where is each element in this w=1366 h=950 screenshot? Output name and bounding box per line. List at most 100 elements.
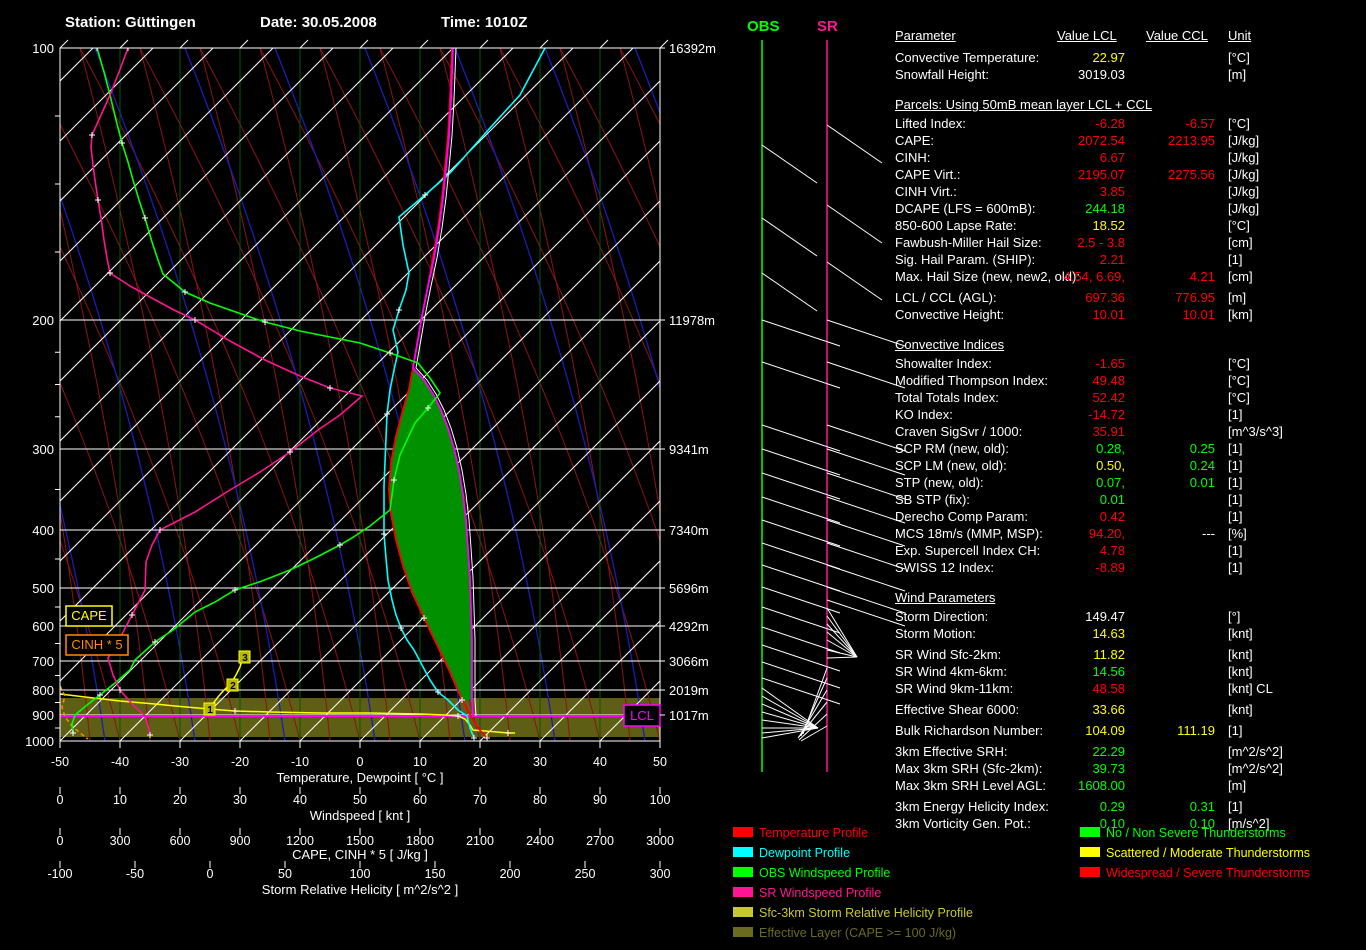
parameter-value-lcl: 18.52: [1092, 218, 1125, 233]
parameter-value-ccl: 4.21: [1189, 269, 1215, 284]
parameter-value-lcl: 49.48: [1092, 373, 1125, 388]
parameter-unit: [1]: [1228, 543, 1243, 558]
parameter-unit: [knt]: [1228, 702, 1253, 717]
parameter-value-lcl: 10.01: [1092, 307, 1125, 322]
parameter-unit: [knt] CL: [1228, 681, 1273, 696]
parameter-unit: [J/kg]: [1228, 201, 1260, 216]
panel-col-value-lcl: Value LCL: [1057, 28, 1117, 43]
parameter-value-lcl: 6.67: [1099, 150, 1125, 165]
parameter-value-lcl: 39.73: [1092, 761, 1125, 776]
parameter-value-lcl: 1608.00: [1078, 778, 1125, 793]
parameter-unit: [m^2/s^2]: [1228, 744, 1283, 759]
parameter-unit: [°C]: [1228, 116, 1250, 131]
parameter-unit: [1]: [1228, 407, 1243, 422]
parameter-value-lcl: -1.65: [1095, 356, 1125, 371]
legend-swatch: [733, 927, 753, 937]
parameter-value-lcl: 2.21: [1099, 252, 1125, 267]
parameter-value-lcl: 94.20,: [1088, 526, 1125, 541]
parameter-value-lcl: 3019.03: [1078, 67, 1125, 82]
legend-label: Widespread / Severe Thunderstorms: [1106, 866, 1311, 880]
legend-label: Dewpoint Profile: [759, 846, 851, 860]
parameter-value-lcl: 0.10: [1099, 816, 1125, 831]
parameter-unit: [1]: [1228, 492, 1243, 507]
parameter-unit: [m^3/s^3]: [1228, 424, 1283, 439]
legend-label: Temperature Profile: [759, 826, 869, 840]
parameter-unit: [1]: [1228, 458, 1243, 473]
panel-col-value-ccl: Value CCL: [1146, 28, 1208, 43]
parameter-unit: [1]: [1228, 799, 1243, 814]
parameter-value-ccl: 0.24: [1189, 458, 1215, 473]
parameter-value-ccl: 2275.56: [1168, 167, 1215, 182]
parameter-unit: [cm]: [1228, 269, 1253, 284]
parameter-label: Total Totals Index:: [895, 390, 999, 405]
parameter-label: Storm Motion:: [895, 626, 976, 641]
parameter-value-lcl: 0.42: [1099, 509, 1125, 524]
parameter-unit: [°C]: [1228, 373, 1250, 388]
parameter-value-lcl: 22.29: [1092, 744, 1125, 759]
parameter-unit: [knt]: [1228, 664, 1253, 679]
parameter-label: CINH Virt.:: [895, 184, 957, 199]
parameter-unit: [m^2/s^2]: [1228, 761, 1283, 776]
parameter-value-lcl: 104.09: [1085, 723, 1125, 738]
panel-col-unit: Unit: [1228, 28, 1252, 43]
parameter-value-ccl: 111.19: [1177, 723, 1215, 738]
parameter-unit: [%]: [1228, 526, 1247, 541]
parameter-value-ccl: ---: [1202, 526, 1215, 541]
legend-swatch: [733, 867, 753, 877]
parameter-unit: [J/kg]: [1228, 167, 1260, 182]
parameter-unit: [km]: [1228, 307, 1253, 322]
parameter-value-ccl: 0.25: [1189, 441, 1215, 456]
parameter-label: SWISS 12 Index:: [895, 560, 994, 575]
parameter-value-lcl: 4.78: [1099, 543, 1125, 558]
legend-label: No / Non Severe Thunderstorms: [1106, 826, 1286, 840]
parameter-label: CAPE Virt.:: [895, 167, 961, 182]
parameter-value-lcl: 14.63: [1092, 626, 1125, 641]
parameter-value-lcl: -8.89: [1095, 560, 1125, 575]
parameter-value-lcl: 149.47: [1085, 609, 1125, 624]
legend-swatch: [733, 907, 753, 917]
parameter-value-lcl: 0.50,: [1096, 458, 1125, 473]
sounding-app-window: Station: Güttingen Date: 30.05.2008 Time…: [0, 0, 1366, 950]
parameter-unit: [m]: [1228, 67, 1247, 82]
parameter-label: LCL / CCL (AGL):: [895, 290, 997, 305]
parameter-value-lcl: 0.29: [1099, 799, 1125, 814]
parameter-panel: Parameter Value LCL Value CCL Unit Conve…: [0, 0, 1366, 950]
parameter-unit: [1]: [1228, 441, 1243, 456]
parameter-unit: [m]: [1228, 290, 1247, 305]
parameter-unit: [°C]: [1228, 218, 1250, 233]
parameter-value-lcl: 2.5 - 3.8: [1077, 235, 1125, 250]
parameter-value-lcl: 11.82: [1093, 647, 1125, 662]
parameter-value-ccl: 10.01: [1182, 307, 1215, 322]
parameter-value-lcl: -14.72: [1088, 407, 1125, 422]
parameter-value-lcl: 48.58: [1092, 681, 1125, 696]
parameter-unit: [°C]: [1228, 50, 1250, 65]
parameter-unit: [knt]: [1228, 647, 1253, 662]
parameter-value-lcl: 0.01: [1099, 492, 1125, 507]
parameter-value-lcl: 35.91: [1092, 424, 1125, 439]
parameter-unit: [1]: [1228, 509, 1243, 524]
parameter-unit: [1]: [1228, 723, 1243, 738]
parameter-label: STP (new, old):: [895, 475, 984, 490]
parameter-label: SB STP (fix):: [895, 492, 970, 507]
parameter-unit: [°C]: [1228, 390, 1250, 405]
legend-swatch: [733, 887, 753, 897]
parameter-value-ccl: 2213.95: [1168, 133, 1215, 148]
parameter-unit: [1]: [1228, 560, 1243, 575]
parameter-value-lcl: 244.18: [1085, 201, 1125, 216]
parameter-value-lcl: 697.36: [1085, 290, 1125, 305]
parameter-value-lcl: 22.97: [1092, 50, 1125, 65]
legend-swatch: [733, 827, 753, 837]
parameter-unit: [°]: [1228, 609, 1241, 624]
legend-swatch: [1080, 847, 1100, 857]
parameter-value-lcl: -6.28: [1095, 116, 1125, 131]
legend-label: SR Windspeed Profile: [759, 886, 882, 900]
panel-section-title: Parcels: Using 50mB mean layer LCL + CCL: [895, 97, 1153, 112]
parameter-label: KO Index:: [895, 407, 953, 422]
parameter-value-ccl: 0.01: [1189, 475, 1215, 490]
parameter-value-lcl: 33.66: [1092, 702, 1125, 717]
parameter-value-ccl: -6.57: [1185, 116, 1215, 131]
parameter-unit: [1]: [1228, 475, 1243, 490]
parameter-label: Lifted Index:: [895, 116, 966, 131]
parameter-unit: [1]: [1228, 252, 1243, 267]
panel-col-parameter: Parameter: [895, 28, 956, 43]
